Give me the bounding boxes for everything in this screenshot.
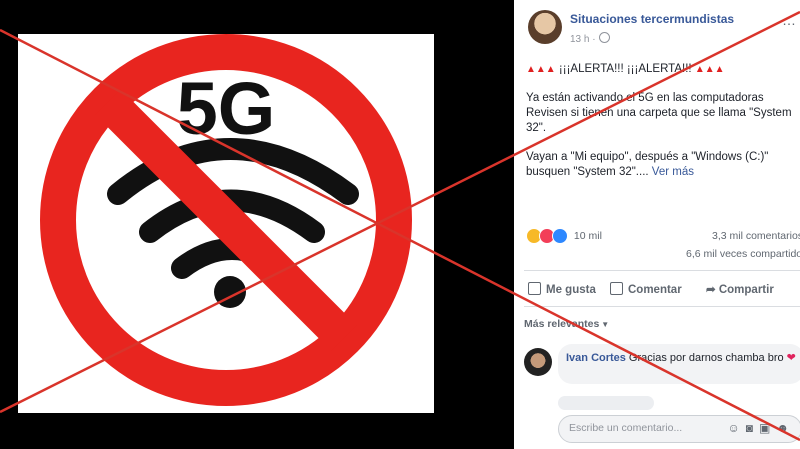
divider	[524, 306, 800, 307]
comment-item: Ivan Cortes Gracias por darnos chamba bro…	[522, 344, 800, 394]
page-avatar[interactable]	[528, 10, 562, 44]
paragraph-1-line: Ya están activando el 5G en las computad…	[526, 92, 764, 104]
shares-count-link[interactable]: 6,6 mil veces compartido	[686, 248, 800, 260]
5g-label: 5G	[177, 67, 276, 150]
no-5g-graphic: 5G	[40, 34, 412, 406]
paragraph-2-line: Vayan a "Mi equipo", después a "Windows …	[526, 151, 769, 163]
wifi-dot	[214, 276, 246, 308]
comment-text: Ivan Cortes Gracias por darnos chamba bro…	[566, 351, 796, 366]
divider	[524, 270, 800, 271]
siren-icon: ▲▲▲	[526, 64, 556, 75]
see-more-link[interactable]: Ver más	[652, 166, 694, 178]
emoji-icon[interactable]: ☺	[728, 421, 746, 435]
comment-input-placeholder: Escribe un comentario...	[569, 422, 683, 434]
comment-body: Gracias por darnos chamba bro	[628, 352, 784, 364]
comment-author-link[interactable]: Ivan Cortes	[566, 352, 626, 364]
paragraph-1-line: Revisen si tienen una carpeta que se lla…	[526, 107, 792, 119]
post-body: ▲▲▲ ¡¡¡ALERTA!!! ¡¡¡ALERTA!!! ▲▲▲ Ya est…	[526, 62, 800, 180]
comment-icon	[610, 282, 623, 295]
comment-bubble: Ivan Cortes Gracias por darnos chamba bro…	[558, 344, 800, 384]
share-icon: ➦	[706, 284, 719, 296]
alert-text: ¡¡¡ALERTA!!! ¡¡¡ALERTA!!!	[558, 63, 692, 75]
like-label: Me gusta	[546, 284, 596, 296]
gif-icon[interactable]: ▣	[759, 421, 776, 435]
like-icon	[528, 282, 541, 295]
no-5g-image: 5G	[18, 34, 434, 413]
heart-emoji-icon: ❤	[786, 352, 796, 364]
like-button[interactable]: Me gusta	[528, 282, 596, 296]
paragraph-1-line: 32".	[526, 122, 547, 134]
globe-icon	[598, 32, 610, 43]
facebook-post: Situaciones tercermundistas 13 h · … ▲▲▲…	[514, 0, 800, 449]
alert-line: ▲▲▲ ¡¡¡ALERTA!!! ¡¡¡ALERTA!!! ▲▲▲	[526, 62, 800, 77]
comment-button[interactable]: Comentar	[610, 282, 682, 296]
post-time[interactable]: 13 h	[570, 34, 589, 45]
like-reaction-icon	[552, 228, 568, 244]
screenshot-stage: 5G Situaciones tercermundistas 13 h · … …	[0, 0, 800, 449]
paragraph-2: Vayan a "Mi equipo", después a "Windows …	[526, 150, 800, 180]
reply-placeholder-bar	[558, 396, 654, 410]
comment-filter-dropdown[interactable]: Más relevantes ▼	[524, 318, 609, 330]
reactions-count: 10 mil	[573, 230, 602, 242]
more-options-icon[interactable]: …	[782, 12, 796, 28]
comment-input[interactable]: Escribe un comentario... ☺◙▣☻	[558, 415, 800, 443]
chevron-down-icon: ▼	[601, 320, 610, 329]
comment-filter-label: Más relevantes	[524, 318, 600, 330]
reaction-icons	[526, 228, 568, 244]
paragraph-2-line: busquen "System 32"....	[526, 166, 649, 178]
paragraph-1: Ya están activando el 5G en las computad…	[526, 91, 800, 136]
camera-icon[interactable]: ◙	[746, 421, 759, 435]
post-meta: 13 h ·	[570, 32, 610, 45]
page-name-link[interactable]: Situaciones tercermundistas	[570, 12, 734, 26]
share-button[interactable]: ➦ Compartir	[706, 282, 774, 296]
commenter-avatar[interactable]	[524, 348, 552, 376]
post-header: Situaciones tercermundistas 13 h · …	[514, 0, 800, 52]
share-label: Compartir	[718, 284, 774, 296]
comments-count-link[interactable]: 3,3 mil comentarios	[712, 230, 800, 242]
comment-label: Comentar	[628, 284, 682, 296]
siren-icon: ▲▲▲	[694, 64, 725, 75]
post-actions: Me gusta Comentar ➦ Compartir	[524, 276, 800, 302]
sticker-icon[interactable]: ☻	[776, 421, 795, 435]
comment-input-icons: ☺◙▣☻	[728, 421, 796, 435]
